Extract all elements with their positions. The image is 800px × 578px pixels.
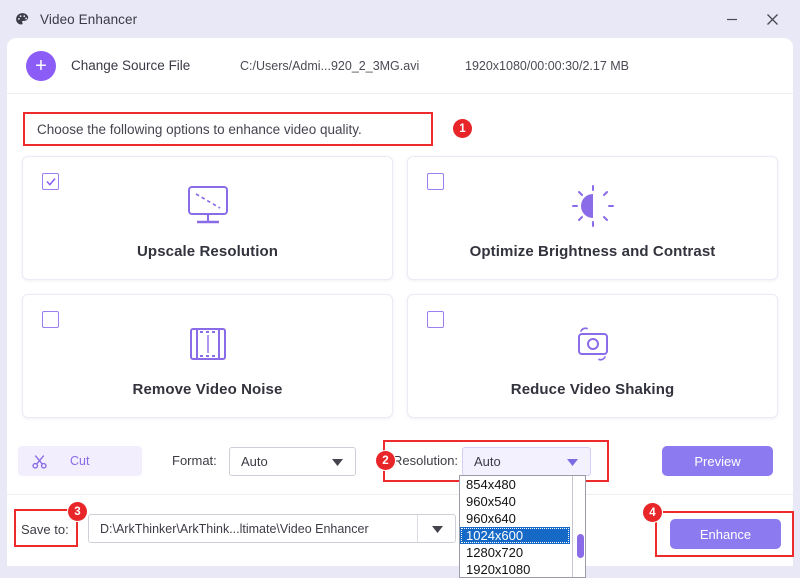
cut-label: Cut bbox=[70, 454, 90, 468]
chevron-down-icon bbox=[332, 453, 343, 471]
checkbox-reduce-video-shaking[interactable] bbox=[427, 311, 444, 328]
resolution-option[interactable]: 960x640 bbox=[460, 510, 570, 527]
option-label: Remove Video Noise bbox=[132, 380, 283, 398]
save-path-value: D:\ArkThinker\ArkThink...ltimate\Video E… bbox=[100, 521, 369, 536]
change-source-file-button[interactable]: Change Source File bbox=[71, 58, 190, 73]
step-badge-1: 1 bbox=[453, 119, 472, 138]
resolution-option[interactable]: 854x480 bbox=[460, 476, 570, 493]
film-strip-icon bbox=[183, 315, 233, 373]
checkbox-optimize-brightness-and-contrast[interactable] bbox=[427, 173, 444, 190]
plus-icon[interactable]: + bbox=[26, 50, 56, 81]
step-badge-2: 2 bbox=[376, 451, 395, 470]
resolution-option[interactable]: 1280x720 bbox=[460, 544, 570, 561]
resolution-option[interactable]: 1920x1080 bbox=[460, 561, 570, 577]
instruction-highlight-box: Choose the following options to enhance … bbox=[23, 112, 433, 146]
dropdown-scrollbar[interactable] bbox=[572, 476, 585, 577]
format-value: Auto bbox=[241, 454, 268, 469]
bottom-controls-row: Cut Format: Auto Resolution: Auto 2 Prev… bbox=[7, 438, 793, 486]
main-panel: + Change Source File C:/Users/Admi...920… bbox=[7, 38, 794, 566]
resolution-option[interactable]: 960x540 bbox=[460, 493, 570, 510]
brightness-sun-icon bbox=[568, 177, 618, 235]
step-badge-4: 4 bbox=[643, 503, 662, 522]
dropdown-scrollbar-thumb[interactable] bbox=[577, 534, 584, 558]
source-file-meta: 1920x1080/00:00:30/2.17 MB bbox=[465, 58, 630, 73]
resolution-option-list: 854x480 960x540 960x640 1024x600 1280x72… bbox=[460, 476, 570, 577]
video-enhancer-window: Video Enhancer + Change Source File C:/U… bbox=[0, 0, 800, 578]
resolution-option-selected[interactable]: 1024x600 bbox=[460, 527, 570, 544]
checkbox-remove-video-noise[interactable] bbox=[42, 311, 59, 328]
preview-label: Preview bbox=[694, 453, 741, 469]
format-select[interactable]: Auto bbox=[229, 447, 356, 476]
save-path-select[interactable]: D:\ArkThinker\ArkThink...ltimate\Video E… bbox=[88, 514, 456, 543]
chevron-down-icon bbox=[567, 453, 578, 471]
option-label: Reduce Video Shaking bbox=[510, 380, 675, 398]
format-label: Format: bbox=[172, 453, 217, 468]
source-file-row: + Change Source File C:/Users/Admi...920… bbox=[7, 38, 793, 94]
title-bar: Video Enhancer bbox=[0, 0, 800, 38]
preview-button[interactable]: Preview bbox=[662, 446, 773, 476]
chevron-down-icon[interactable] bbox=[432, 520, 443, 538]
save-to-label: Save to: bbox=[21, 522, 69, 537]
step-badge-3: 3 bbox=[68, 502, 87, 521]
resolution-value: Auto bbox=[474, 454, 501, 469]
instruction-area: Choose the following options to enhance … bbox=[17, 108, 783, 152]
resolution-dropdown-popup[interactable]: 854x480 960x540 960x640 1024x600 1280x72… bbox=[459, 475, 586, 578]
cut-button[interactable]: Cut bbox=[18, 446, 142, 476]
monitor-upscale-icon bbox=[183, 177, 233, 235]
enhance-label: Enhance bbox=[699, 526, 752, 542]
resolution-select[interactable]: Auto bbox=[462, 447, 591, 476]
option-label: Optimize Brightness and Contrast bbox=[469, 242, 716, 260]
option-card-reduce-video-shaking[interactable]: Reduce Video Shaking bbox=[407, 294, 778, 418]
minimize-icon[interactable] bbox=[712, 0, 752, 38]
option-card-remove-video-noise[interactable]: Remove Video Noise bbox=[22, 294, 393, 418]
camera-stabilize-icon bbox=[568, 315, 618, 373]
source-file-path: C:/Users/Admi...920_2_3MG.avi bbox=[240, 58, 420, 73]
window-controls bbox=[712, 0, 792, 38]
close-icon[interactable] bbox=[752, 0, 792, 38]
scissors-icon bbox=[31, 453, 48, 470]
instruction-text: Choose the following options to enhance … bbox=[37, 121, 362, 137]
enhancement-options-grid: Upscale Resolution Optimize Brightness a… bbox=[22, 156, 778, 424]
checkbox-upscale-resolution[interactable] bbox=[42, 173, 59, 190]
option-card-optimize-brightness-and-contrast[interactable]: Optimize Brightness and Contrast bbox=[407, 156, 778, 280]
enhance-button[interactable]: Enhance bbox=[670, 519, 781, 549]
resolution-label: Resolution: bbox=[393, 453, 459, 468]
save-to-row: Save to: 3 D:\ArkThinker\ArkThink...ltim… bbox=[7, 494, 794, 557]
divider bbox=[417, 515, 418, 542]
window-title: Video Enhancer bbox=[40, 11, 138, 27]
window-bottom-strip bbox=[0, 566, 800, 578]
option-card-upscale-resolution[interactable]: Upscale Resolution bbox=[22, 156, 393, 280]
option-label: Upscale Resolution bbox=[137, 242, 278, 260]
palette-icon bbox=[13, 10, 31, 28]
